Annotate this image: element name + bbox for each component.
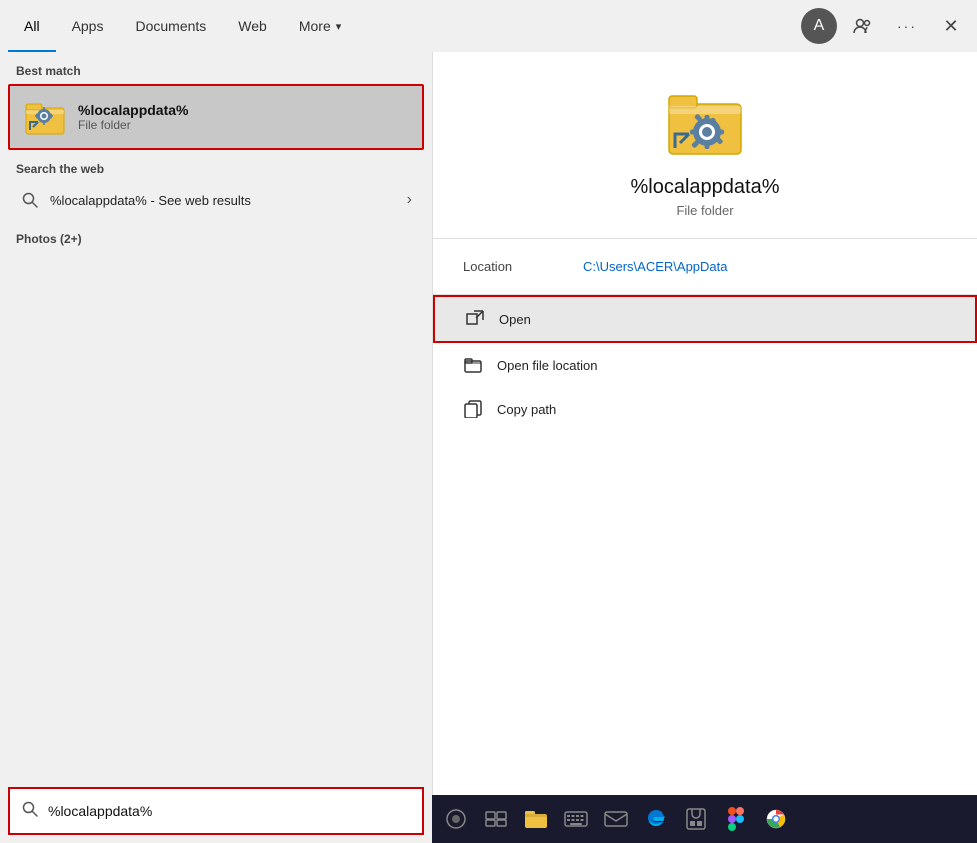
right-panel-header: %localappdata% File folder <box>433 52 977 239</box>
web-search-item[interactable]: %localappdata% - See web results › <box>16 182 416 218</box>
search-bar[interactable] <box>8 787 424 835</box>
search-icon <box>20 190 40 210</box>
tab-apps[interactable]: Apps <box>56 0 120 52</box>
main-content: Best match <box>0 52 977 843</box>
location-value[interactable]: C:\Users\ACER\AppData <box>583 259 728 274</box>
taskbar-cortana[interactable] <box>438 801 474 837</box>
taskbar-edge[interactable] <box>638 801 674 837</box>
best-match-label: Best match <box>0 52 432 84</box>
top-nav: All Apps Documents Web More ▾ A <box>0 0 977 52</box>
folder-type: File folder <box>676 203 733 218</box>
web-search-text: %localappdata% - See web results <box>50 193 407 208</box>
best-match-text: %localappdata% File folder <box>78 102 188 132</box>
actions-list: Open Open file location <box>433 295 977 431</box>
taskbar-chrome[interactable] <box>758 801 794 837</box>
left-panel: Best match <box>0 52 432 843</box>
action-open[interactable]: Open <box>433 295 977 343</box>
copy-path-icon <box>463 399 483 419</box>
tab-documents[interactable]: Documents <box>119 0 222 52</box>
taskbar-keyboard[interactable] <box>558 801 594 837</box>
avatar[interactable]: A <box>801 8 837 44</box>
taskbar-task-view[interactable] <box>478 801 514 837</box>
search-input[interactable] <box>48 803 410 819</box>
folder-name: %localappdata% <box>631 176 780 199</box>
tab-more[interactable]: More ▾ <box>283 0 357 52</box>
folder-icon <box>24 96 66 138</box>
tab-web[interactable]: Web <box>222 0 283 52</box>
right-panel: %localappdata% File folder Location C:\U… <box>432 52 977 843</box>
action-copy-path[interactable]: Copy path <box>433 387 977 431</box>
close-btn[interactable]: ✕ <box>933 8 969 44</box>
open-file-location-icon <box>463 355 483 375</box>
open-icon <box>465 309 485 329</box>
location-row: Location C:\Users\ACER\AppData <box>463 255 947 278</box>
right-panel-details: Location C:\Users\ACER\AppData <box>433 239 977 295</box>
tab-all[interactable]: All <box>8 0 56 52</box>
taskbar <box>432 795 977 843</box>
taskbar-figma[interactable] <box>718 801 754 837</box>
photos-label: Photos (2+) <box>16 232 416 246</box>
web-search-label: Search the web <box>16 162 416 176</box>
action-open-file-location[interactable]: Open file location <box>433 343 977 387</box>
search-bar-icon <box>22 801 38 822</box>
web-search-section: Search the web %localappdata% - See web … <box>0 150 432 224</box>
search-window: All Apps Documents Web More ▾ A <box>0 0 977 843</box>
photos-section: Photos (2+) <box>0 224 432 254</box>
people-icon-btn[interactable] <box>845 8 881 44</box>
action-open-file-location-label: Open file location <box>497 358 597 373</box>
action-open-label: Open <box>499 312 531 327</box>
chevron-down-icon: ▾ <box>336 20 342 33</box>
taskbar-mail[interactable] <box>598 801 634 837</box>
taskbar-file-explorer[interactable] <box>518 801 554 837</box>
nav-right: A ··· ✕ <box>801 8 969 44</box>
best-match-item[interactable]: %localappdata% File folder <box>8 84 424 150</box>
location-label: Location <box>463 259 583 274</box>
taskbar-store[interactable] <box>678 801 714 837</box>
close-icon: ✕ <box>943 16 958 37</box>
folder-large-icon <box>665 82 745 162</box>
action-copy-path-label: Copy path <box>497 402 556 417</box>
ellipsis-icon: ··· <box>897 18 917 34</box>
web-search-arrow-icon: › <box>407 191 412 209</box>
people-icon <box>853 16 873 36</box>
more-options-btn[interactable]: ··· <box>889 8 925 44</box>
